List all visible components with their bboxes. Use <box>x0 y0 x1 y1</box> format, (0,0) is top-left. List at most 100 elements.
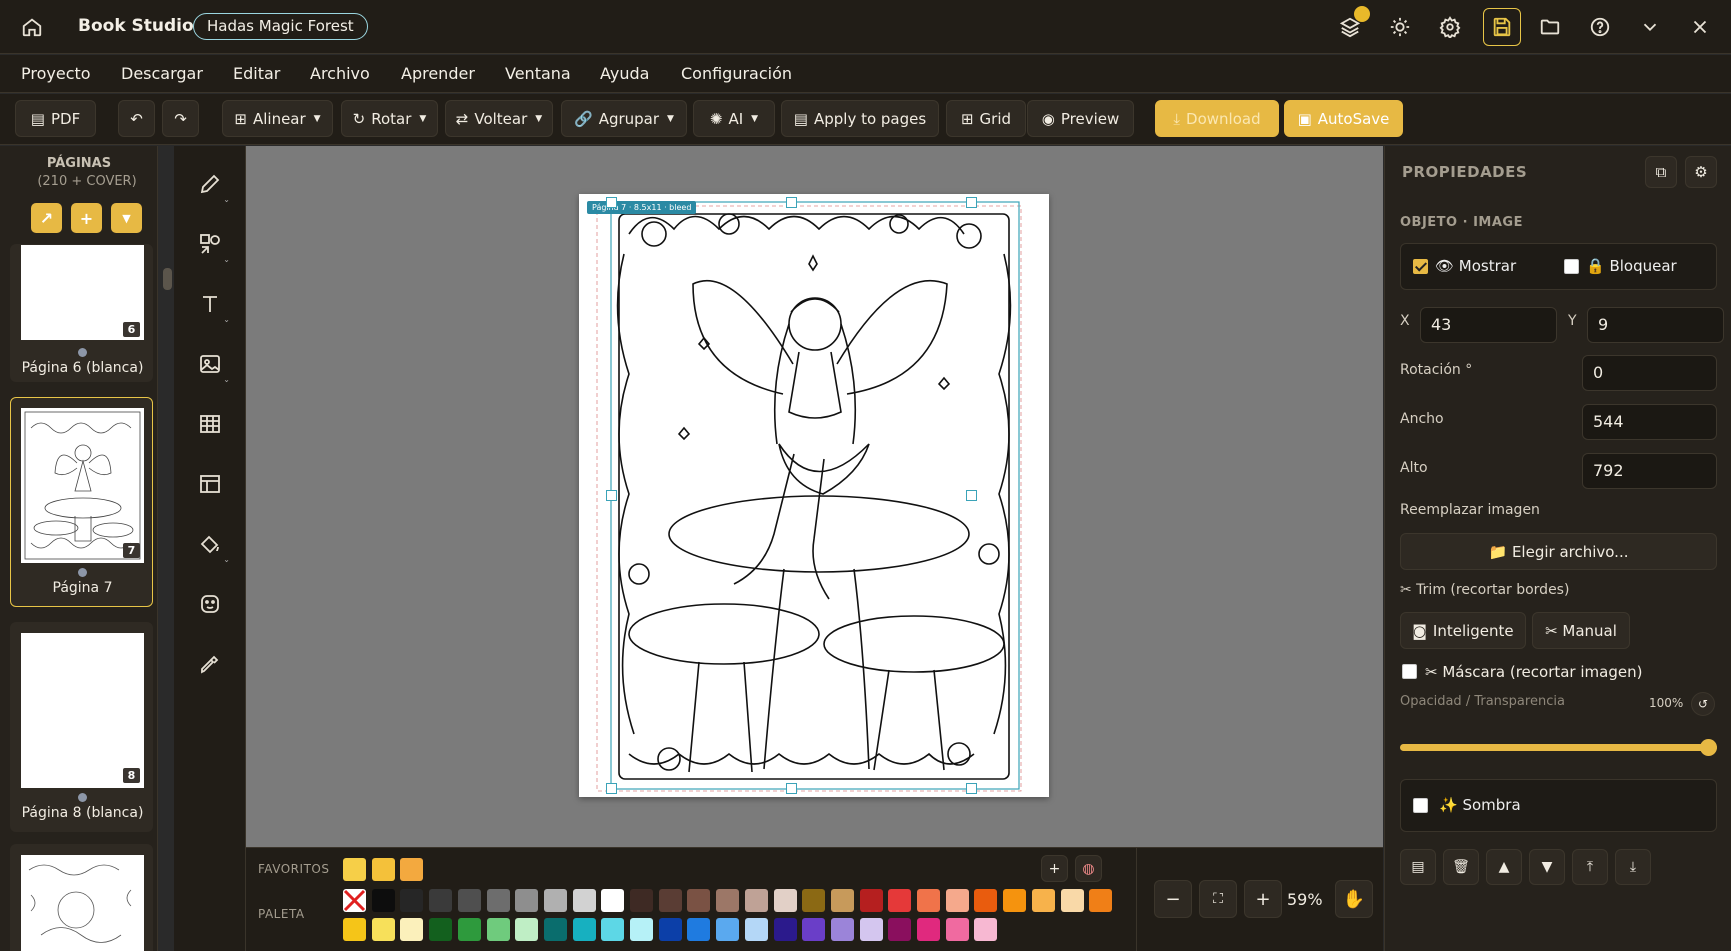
align-dropdown[interactable]: ⊞ Alinear ▼ <box>222 100 333 137</box>
color-swatch[interactable] <box>974 918 998 941</box>
download-button[interactable]: ⤓ Download <box>1155 100 1279 137</box>
opacity-slider-track[interactable] <box>1400 739 1717 756</box>
pages-scrollbar[interactable] <box>163 268 172 290</box>
layout-tool-icon[interactable] <box>192 466 228 502</box>
color-swatch[interactable] <box>486 918 510 941</box>
add-page-button[interactable]: + <box>71 203 102 233</box>
color-swatch[interactable] <box>630 918 653 941</box>
y-input[interactable]: 9 <box>1587 307 1724 343</box>
sun-icon[interactable] <box>1384 11 1416 43</box>
bring-to-front-icon[interactable]: ⤒ <box>1572 849 1608 885</box>
color-swatch[interactable] <box>457 918 481 941</box>
color-swatch[interactable] <box>917 918 940 941</box>
color-swatch[interactable] <box>716 918 740 941</box>
color-swatch[interactable] <box>1003 889 1027 912</box>
menu-ayuda[interactable]: Ayuda <box>600 64 649 83</box>
rotate-dropdown[interactable]: ↻ Rotar ▼ <box>341 100 438 137</box>
help-icon[interactable] <box>1584 11 1616 43</box>
color-swatch[interactable] <box>543 889 567 912</box>
move-down-icon[interactable]: ▼ <box>1529 849 1565 885</box>
color-swatch[interactable] <box>687 889 711 912</box>
mask-tool-icon[interactable] <box>192 586 228 622</box>
color-swatch[interactable] <box>802 918 826 941</box>
color-swatch[interactable] <box>974 889 998 912</box>
resize-handle[interactable] <box>786 197 797 208</box>
add-favorite-button[interactable]: + <box>1041 855 1068 882</box>
menu-proyecto[interactable]: Proyecto <box>21 64 91 83</box>
zoom-out-button[interactable]: − <box>1154 880 1192 918</box>
resize-handle[interactable] <box>966 490 977 501</box>
color-swatch[interactable] <box>1031 889 1055 912</box>
home-icon[interactable] <box>16 11 48 43</box>
mask-checkbox[interactable] <box>1402 664 1417 679</box>
palette-icon[interactable]: ◍ <box>1075 855 1102 882</box>
width-input[interactable]: 544 <box>1582 404 1717 440</box>
shadow-checkbox[interactable] <box>1413 798 1428 813</box>
color-swatch[interactable] <box>917 889 940 912</box>
color-swatch[interactable] <box>1060 889 1084 912</box>
undo-button[interactable]: ↶ <box>118 100 155 137</box>
color-swatch[interactable] <box>543 918 567 941</box>
color-swatch[interactable] <box>400 889 424 912</box>
fairy-coloring-image[interactable] <box>579 194 1049 797</box>
color-swatch[interactable] <box>830 889 854 912</box>
color-swatch[interactable] <box>572 889 596 912</box>
ai-dropdown[interactable]: ✺ AI ▼ <box>693 100 775 137</box>
color-swatch[interactable] <box>515 918 539 941</box>
image-tool-icon[interactable]: ⌄ <box>192 346 230 384</box>
resize-handle[interactable] <box>966 783 977 794</box>
color-swatch[interactable] <box>888 918 912 941</box>
color-swatch[interactable] <box>601 889 625 912</box>
group-dropdown[interactable]: 🔗 Agrupar ▼ <box>561 100 687 137</box>
copy-icon[interactable]: ▤ <box>1400 849 1436 885</box>
color-swatch[interactable] <box>658 889 682 912</box>
resize-handle[interactable] <box>606 197 617 208</box>
folder-icon[interactable] <box>1534 11 1566 43</box>
menu-archivo[interactable]: Archivo <box>310 64 370 83</box>
fill-bucket-icon[interactable]: ⌄ <box>192 526 230 564</box>
more-pages-button[interactable]: ▼ <box>111 203 142 233</box>
x-input[interactable]: 43 <box>1420 307 1557 343</box>
color-swatch[interactable] <box>687 918 711 941</box>
page-canvas[interactable]: Página 7 · 8.5x11 · bleed <box>579 194 1049 797</box>
color-swatch[interactable] <box>716 889 740 912</box>
lock-checkbox[interactable] <box>1564 259 1579 274</box>
flip-dropdown[interactable]: ⇄ Voltear ▼ <box>445 100 553 137</box>
trash-icon[interactable]: 🗑 <box>1443 849 1479 885</box>
color-swatch[interactable] <box>658 918 682 941</box>
opacity-slider-handle[interactable] <box>1700 739 1717 756</box>
menu-editar[interactable]: Editar <box>233 64 280 83</box>
reset-icon[interactable]: ↺ <box>1691 692 1715 716</box>
color-swatch[interactable] <box>371 918 395 941</box>
color-swatch[interactable] <box>945 918 969 941</box>
color-swatch[interactable] <box>888 889 912 912</box>
show-checkbox[interactable] <box>1413 259 1428 274</box>
menu-ventana[interactable]: Ventana <box>505 64 571 83</box>
page-card-7[interactable]: 7 Página 7 <box>10 397 153 607</box>
color-swatch[interactable] <box>400 858 424 881</box>
color-swatch[interactable] <box>486 889 510 912</box>
gear-icon[interactable]: ⚙ <box>1685 156 1717 188</box>
eyedropper-icon[interactable] <box>192 646 228 682</box>
color-swatch[interactable] <box>630 889 653 912</box>
hand-pan-icon[interactable]: ✋ <box>1335 880 1373 918</box>
resize-handle[interactable] <box>966 197 977 208</box>
import-page-button[interactable]: ↗ <box>31 203 62 233</box>
no-color-swatch[interactable] <box>343 889 366 912</box>
color-swatch[interactable] <box>945 889 969 912</box>
save-icon[interactable] <box>1483 8 1521 46</box>
color-swatch[interactable] <box>515 889 539 912</box>
color-swatch[interactable] <box>572 918 596 941</box>
color-swatch[interactable] <box>1089 889 1113 912</box>
color-swatch[interactable] <box>802 889 826 912</box>
choose-file-button[interactable]: 📁 Elegir archivo... <box>1400 533 1717 570</box>
resize-handle[interactable] <box>786 783 797 794</box>
menu-descargar[interactable]: Descargar <box>121 64 203 83</box>
color-swatch[interactable] <box>830 918 854 941</box>
color-swatch[interactable] <box>343 858 366 881</box>
smart-trim-button[interactable]: ◙ Inteligente <box>1400 612 1526 649</box>
table-tool-icon[interactable] <box>192 406 228 442</box>
color-swatch[interactable] <box>773 889 797 912</box>
color-swatch[interactable] <box>457 889 481 912</box>
duplicate-icon[interactable]: ⧉ <box>1645 156 1677 188</box>
